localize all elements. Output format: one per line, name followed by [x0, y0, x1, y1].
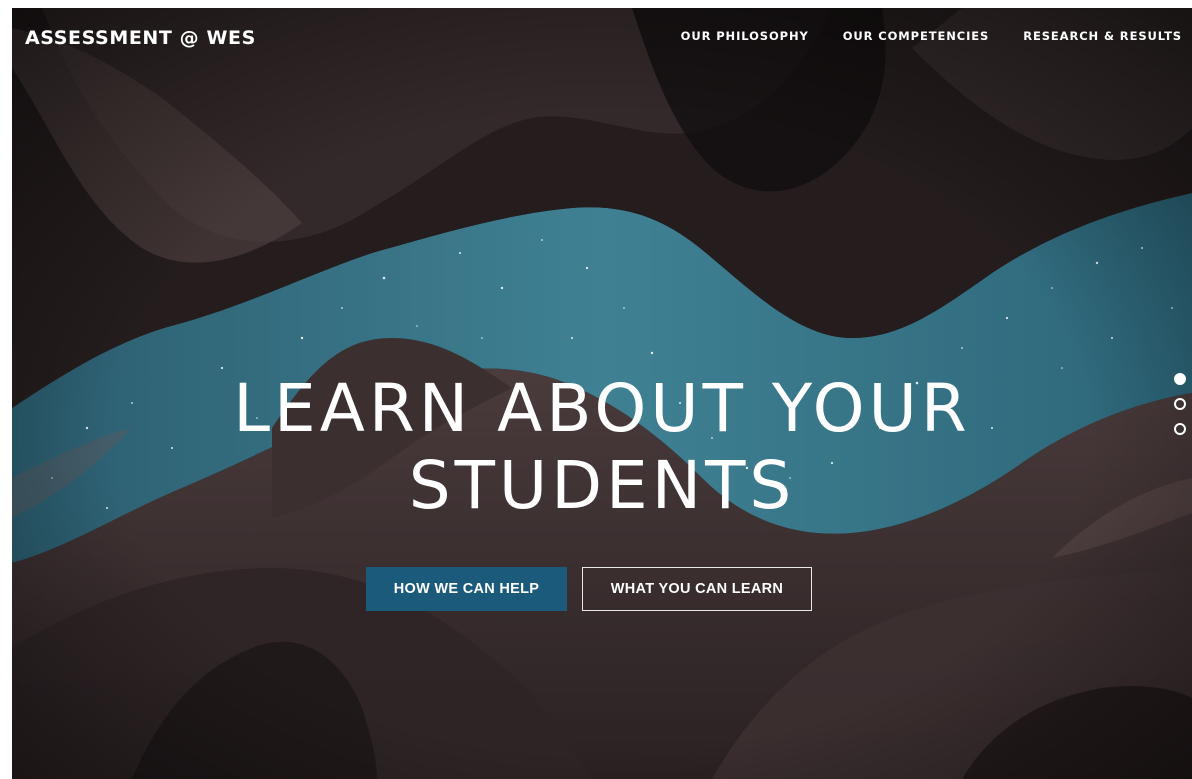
- hero-headline-line-1: LEARN ABOUT YOUR: [233, 370, 971, 447]
- slide-pagination: [1174, 373, 1186, 435]
- nav-item-research: RESEARCH & RESULTS: [1023, 27, 1182, 45]
- nav-item-competencies: OUR COMPETENCIES: [843, 27, 990, 45]
- slide-dot-1[interactable]: [1174, 373, 1186, 385]
- top-navbar: ASSESSMENT @ WES OUR PHILOSOPHY OUR COMP…: [12, 8, 1192, 64]
- hero-cta-group: HOW WE CAN HELP WHAT YOU CAN LEARN: [12, 567, 1192, 611]
- what-you-can-learn-button[interactable]: WHAT YOU CAN LEARN: [582, 567, 812, 611]
- site-logo[interactable]: ASSESSMENT @ WES: [25, 27, 256, 49]
- slide-dot-3[interactable]: [1174, 423, 1186, 435]
- how-we-can-help-button[interactable]: HOW WE CAN HELP: [366, 567, 567, 611]
- hero-headline-line-2: STUDENTS: [408, 447, 796, 525]
- slide-dot-2[interactable]: [1174, 398, 1186, 410]
- nav-link-our-philosophy[interactable]: OUR PHILOSOPHY: [681, 29, 809, 43]
- nav-link-our-competencies[interactable]: OUR COMPETENCIES: [843, 29, 990, 43]
- hero-section: ASSESSMENT @ WES OUR PHILOSOPHY OUR COMP…: [12, 8, 1192, 779]
- nav-link-research-results[interactable]: RESEARCH & RESULTS: [1023, 29, 1182, 43]
- page: ASSESSMENT @ WES OUR PHILOSOPHY OUR COMP…: [0, 0, 1192, 779]
- nav-list: OUR PHILOSOPHY OUR COMPETENCIES RESEARCH…: [681, 27, 1182, 45]
- nav-item-philosophy: OUR PHILOSOPHY: [681, 27, 809, 45]
- hero-headline: LEARN ABOUT YOUR STUDENTS: [12, 370, 1192, 524]
